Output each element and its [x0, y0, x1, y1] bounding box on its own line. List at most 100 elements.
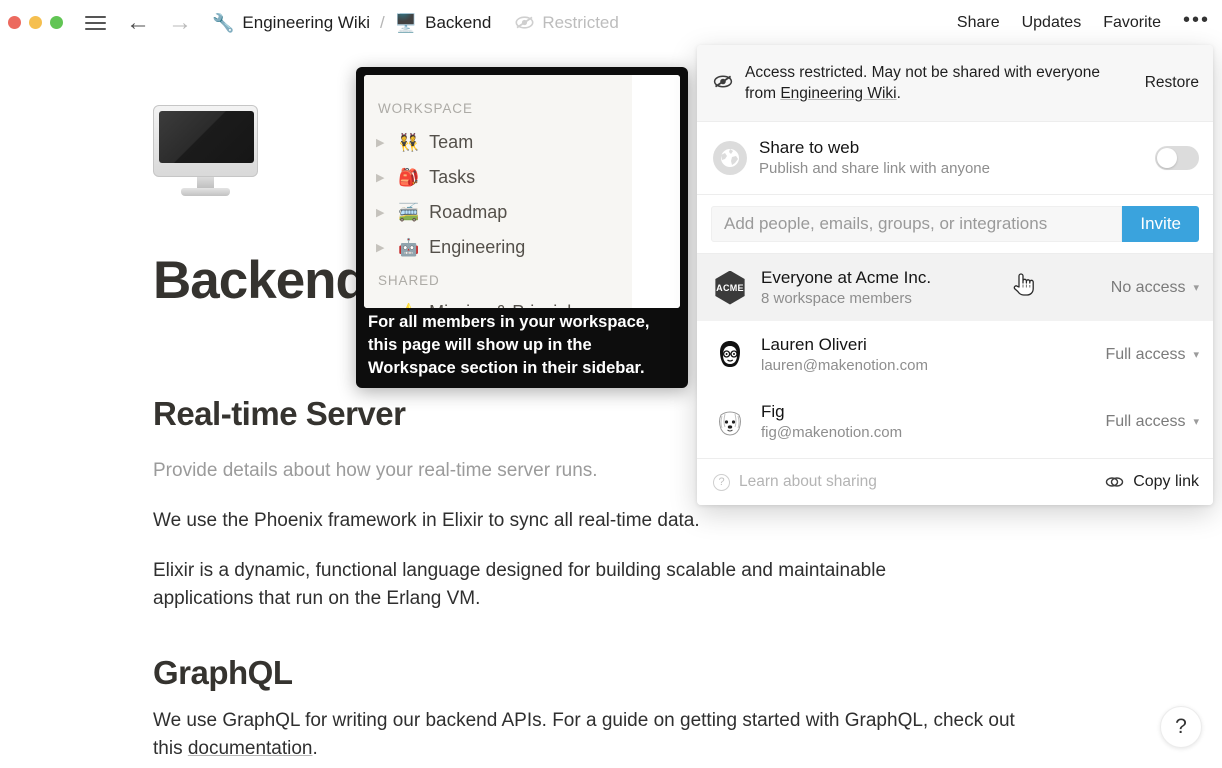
monitor-foot	[181, 188, 230, 196]
engineering-wiki-link[interactable]: Engineering Wiki	[780, 85, 896, 102]
invite-input[interactable]	[724, 214, 1110, 234]
triangle-right-icon: ▶	[376, 172, 385, 184]
share-person-row-everyone-at-acme[interactable]: ACME Everyone at Acme Inc. 8 workspace m…	[697, 254, 1213, 321]
forward-arrow-icon[interactable]: →	[168, 10, 192, 35]
preview-item-team[interactable]: ▶ 👯 Team	[376, 132, 473, 153]
preview-page-pane	[632, 75, 680, 308]
avatar-text: ACME	[716, 282, 744, 293]
documentation-link[interactable]: documentation	[188, 738, 313, 759]
person-name: Lauren Oliveri	[761, 334, 867, 354]
person-labels: Lauren Oliveri lauren@makenotion.com	[761, 334, 1105, 376]
access-restricted-text: Access restricted. May not be shared wit…	[745, 62, 1135, 104]
dog-portrait-avatar	[713, 405, 747, 439]
preview-item-engineering[interactable]: ▶ 🤖 Engineering	[376, 237, 525, 258]
triangle-right-icon: ▶	[376, 137, 385, 149]
breadcrumb-item-backend[interactable]: 🖥️ Backend	[395, 13, 492, 33]
favorite-button[interactable]: Favorite	[1103, 14, 1161, 32]
people-with-bunny-ears-emoji: 👯	[398, 133, 420, 152]
triangle-right-icon: ▶	[376, 242, 385, 254]
question-circle-icon: ?	[713, 473, 730, 491]
preview-item-roadmap[interactable]: ▶ 🚎 Roadmap	[376, 202, 507, 223]
copy-link-button[interactable]: Copy link	[1105, 473, 1199, 491]
star-emoji: ⭐	[398, 304, 419, 308]
share-button[interactable]: Share	[957, 14, 1000, 32]
breadcrumb-label: Engineering Wiki	[242, 12, 370, 32]
sidebar-preview-image: WORKSPACE ▶ 👯 Team ▶ 🎒 Tasks ▶ 🚎 Roadmap…	[364, 75, 680, 308]
app-window: ← → 🔧 Engineering Wiki / 🖥️ Backend Rest…	[0, 0, 1222, 768]
share-to-web-row[interactable]: Share to web Publish and share link with…	[697, 122, 1213, 195]
breadcrumb-label: Backend	[425, 12, 492, 32]
invite-row: Invite	[697, 195, 1213, 254]
page-cover-icon[interactable]	[153, 105, 258, 197]
help-button[interactable]: ?	[1160, 706, 1202, 748]
access-dropdown-no-access[interactable]: No access ▾	[1111, 279, 1199, 297]
topbar-actions: Share Updates Favorite •••	[957, 0, 1210, 45]
back-arrow-icon[interactable]: ←	[126, 10, 150, 35]
preview-item-mission-principles[interactable]: ▶ ⭐ Mission & Principles	[376, 302, 590, 308]
link-icon	[1105, 477, 1124, 487]
updates-button[interactable]: Updates	[1022, 14, 1082, 32]
paragraph-graphql-period: .	[312, 738, 318, 759]
person-labels: Everyone at Acme Inc. 8 workspace member…	[761, 267, 1111, 309]
more-options-icon[interactable]: •••	[1183, 10, 1210, 35]
access-dropdown-full-access[interactable]: Full access ▾	[1105, 346, 1199, 364]
person-name: Everyone at Acme Inc.	[761, 267, 932, 287]
learn-label: Learn about sharing	[739, 473, 877, 490]
breadcrumb-item-engineering-wiki[interactable]: 🔧 Engineering Wiki	[212, 13, 370, 33]
person-detail: fig@makenotion.com	[761, 423, 903, 441]
paragraph-placeholder[interactable]: Provide details about how your real-time…	[153, 457, 598, 485]
access-dropdown-full-access[interactable]: Full access ▾	[1105, 413, 1199, 431]
preview-item-label: Roadmap	[429, 202, 508, 222]
share-to-web-title: Share to web	[759, 138, 860, 157]
access-restricted-notice: Access restricted. May not be shared wit…	[697, 45, 1213, 122]
maximize-window-button[interactable]	[50, 16, 63, 29]
invite-button[interactable]: Invite	[1122, 206, 1199, 242]
paragraph-elixir[interactable]: Elixir is a dynamic, functional language…	[153, 557, 983, 613]
person-name: Fig	[761, 401, 785, 421]
share-to-web-toggle[interactable]	[1155, 146, 1199, 170]
invite-input-wrapper[interactable]	[711, 206, 1123, 242]
page-title[interactable]: Backend	[153, 250, 368, 311]
tooltip-part-1: For all members in your workspace, this …	[368, 313, 650, 354]
preview-item-label: Team	[429, 132, 474, 152]
breadcrumb: 🔧 Engineering Wiki / 🖥️ Backend	[212, 13, 491, 33]
eye-slash-icon	[713, 75, 735, 92]
share-to-web-labels: Share to web Publish and share link with…	[759, 137, 1155, 179]
person-detail: lauren@makenotion.com	[761, 356, 928, 374]
workspace-tooltip-text: For all members in your workspace, this …	[368, 311, 676, 380]
preview-section-shared-label: SHARED	[378, 273, 440, 288]
heading-graphql[interactable]: GraphQL	[153, 654, 293, 692]
restricted-status-badge[interactable]: Restricted	[515, 13, 619, 33]
triangle-right-icon: ▶	[376, 306, 388, 308]
restricted-label: Restricted	[542, 12, 619, 32]
minimize-window-button[interactable]	[29, 16, 42, 29]
preview-item-label: Tasks	[429, 167, 476, 187]
access-label: No access	[1110, 278, 1186, 296]
restore-button[interactable]: Restore	[1135, 74, 1199, 92]
learn-about-sharing-link[interactable]: ? Learn about sharing	[713, 473, 877, 491]
copy-link-label: Copy link	[1133, 473, 1199, 490]
close-window-button[interactable]	[8, 16, 21, 29]
trolleybus-emoji: 🚎	[398, 203, 420, 222]
preview-item-tasks[interactable]: ▶ 🎒 Tasks	[376, 167, 475, 188]
toggle-knob	[1157, 148, 1177, 168]
lauren-portrait-avatar	[713, 338, 747, 372]
share-panel-footer: ? Learn about sharing Copy link	[697, 458, 1213, 505]
paragraph-graphql[interactable]: We use GraphQL for writing our backend A…	[153, 707, 1033, 763]
chevron-down-icon: ▾	[1193, 349, 1199, 361]
share-person-row-fig[interactable]: Fig fig@makenotion.com Full access ▾	[697, 388, 1213, 455]
person-detail: 8 workspace members	[761, 289, 912, 307]
monitor-screen	[159, 111, 254, 163]
wrench-icon: 🔧	[212, 12, 235, 33]
globe-icon	[713, 141, 747, 175]
chevron-down-icon: ▾	[1193, 282, 1199, 294]
heading-real-time-server[interactable]: Real-time Server	[153, 395, 406, 433]
preview-section-workspace-label: WORKSPACE	[378, 101, 473, 116]
share-panel: Access restricted. May not be shared wit…	[697, 45, 1213, 505]
acme-logo-avatar: ACME	[713, 270, 747, 305]
chevron-down-icon: ▾	[1193, 416, 1199, 428]
sidebar-toggle-icon[interactable]	[85, 15, 106, 30]
share-person-row-lauren-oliveri[interactable]: Lauren Oliveri lauren@makenotion.com Ful…	[697, 321, 1213, 388]
breadcrumb-separator: /	[379, 12, 385, 32]
paragraph-phoenix[interactable]: We use the Phoenix framework in Elixir t…	[153, 507, 700, 535]
